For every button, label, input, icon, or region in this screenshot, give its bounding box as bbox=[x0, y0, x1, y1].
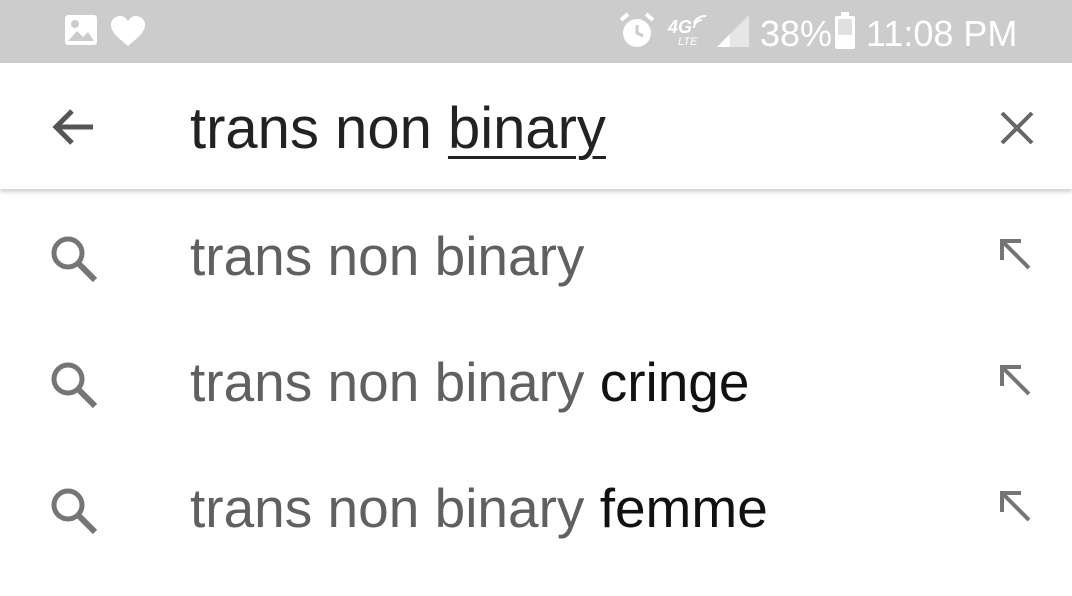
suggestion-completion: cringe bbox=[599, 351, 750, 413]
suggestion-item[interactable]: trans non binary cringe bbox=[0, 315, 1072, 441]
arrow-up-left-icon bbox=[1000, 491, 1031, 522]
arrow-left-icon bbox=[52, 109, 93, 145]
fill-query-button[interactable] bbox=[992, 483, 1040, 531]
suggestion-text: trans non binary cringe bbox=[190, 351, 750, 413]
status-bar: 4G LTE 38% 11:08 PM bbox=[0, 0, 1072, 63]
suggestion-item[interactable]: trans non binary femme bbox=[0, 441, 1072, 567]
suggestion-base: trans non binary bbox=[190, 225, 585, 287]
battery-icon bbox=[835, 12, 855, 49]
search-input[interactable]: trans non binary bbox=[190, 97, 606, 161]
fill-query-button[interactable] bbox=[992, 231, 1040, 279]
gallery-icon bbox=[65, 15, 97, 45]
query-composing-text: binary bbox=[447, 96, 606, 161]
4g-lte-icon: 4G LTE bbox=[668, 14, 712, 52]
search-bar: trans non binary bbox=[0, 63, 1072, 189]
search-icon bbox=[51, 236, 98, 283]
back-button[interactable] bbox=[40, 99, 106, 155]
close-icon bbox=[1000, 111, 1034, 145]
suggestion-base: trans non binary bbox=[190, 477, 600, 539]
network-label: 4G bbox=[668, 17, 693, 37]
arrow-up-left-icon bbox=[1000, 365, 1031, 396]
query-text: trans non bbox=[190, 96, 448, 161]
suggestion-base: trans non binary bbox=[190, 351, 600, 413]
heart-icon bbox=[111, 16, 145, 46]
suggestion-text: trans non binary femme bbox=[190, 477, 768, 539]
clear-button[interactable] bbox=[992, 103, 1042, 153]
search-icon bbox=[51, 362, 98, 409]
arrow-up-left-icon bbox=[1000, 239, 1031, 270]
battery-percent: 38% bbox=[760, 13, 833, 54]
suggestion-text: trans non binary bbox=[190, 225, 584, 287]
clock-time: 11:08 PM bbox=[866, 13, 1018, 54]
suggestion-completion: femme bbox=[599, 477, 768, 539]
network-sublabel: LTE bbox=[678, 36, 698, 48]
alarm-icon bbox=[619, 12, 655, 47]
signal-icon bbox=[717, 15, 749, 47]
fill-query-button[interactable] bbox=[992, 357, 1040, 405]
search-icon bbox=[51, 488, 98, 535]
suggestion-item[interactable]: trans non binary bbox=[0, 189, 1072, 315]
suggestion-list: trans non binary trans non binary cringe bbox=[0, 189, 1072, 567]
